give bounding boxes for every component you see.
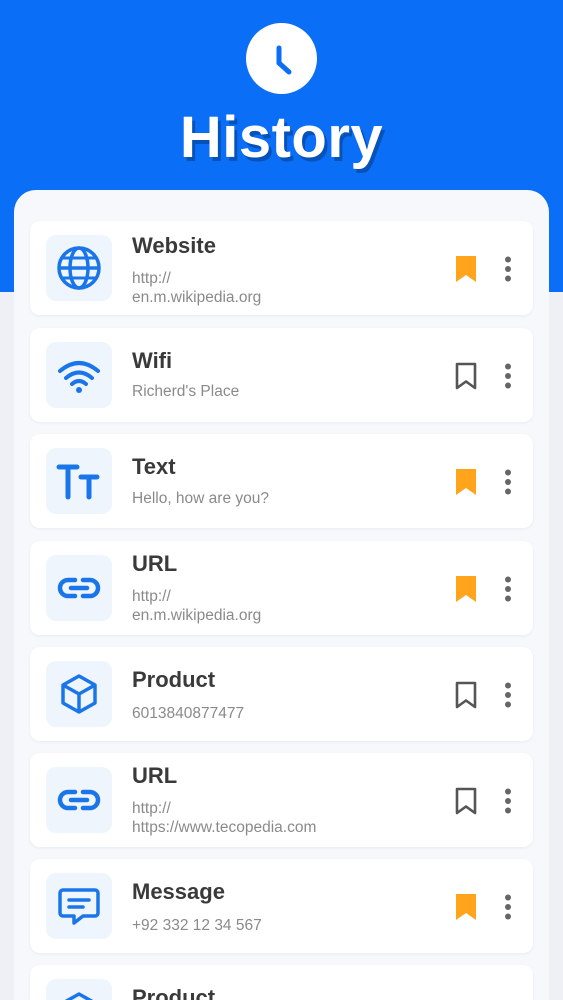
item-title: Text xyxy=(132,454,176,479)
item-icon-box xyxy=(46,873,112,939)
item-title: URL xyxy=(132,763,178,788)
globe-icon xyxy=(57,246,101,290)
history-item-product[interactable]: Product 6013840877477 xyxy=(30,647,533,741)
item-subtitle: http:// en.m.wikipedia.org xyxy=(132,269,432,307)
item-subtitle: 6013840877477 xyxy=(132,704,432,723)
history-item-product[interactable]: Product xyxy=(30,965,533,1000)
cube-icon xyxy=(61,674,97,714)
item-icon-box xyxy=(46,342,112,408)
bookmark-button[interactable] xyxy=(453,361,479,391)
more-vertical-icon xyxy=(505,682,511,708)
item-title: Product xyxy=(132,667,216,692)
item-subtitle-line1: http:// xyxy=(132,270,171,287)
history-item-website[interactable]: Website http:// en.m.wikipedia.org xyxy=(30,221,533,315)
item-icon-box xyxy=(46,661,112,727)
item-icon-box xyxy=(46,555,112,621)
clock-badge xyxy=(246,23,317,94)
more-vertical-icon xyxy=(505,894,511,920)
item-subtitle: Hello, how are you? xyxy=(132,489,432,508)
item-subtitle-line2: https://www.tecopedia.com xyxy=(132,819,317,836)
text-size-icon xyxy=(56,464,100,500)
item-title: Website xyxy=(132,233,216,258)
bookmark-outline-icon xyxy=(455,787,477,815)
more-vertical-icon xyxy=(505,788,511,814)
bookmark-filled-icon xyxy=(456,894,476,920)
item-subtitle-line1: Hello, how are you? xyxy=(132,490,269,507)
item-title: Wifi xyxy=(132,348,173,373)
history-item-url[interactable]: URL http:// https://www.tecopedia.com xyxy=(30,753,533,847)
history-item-url[interactable]: URL http:// en.m.wikipedia.org xyxy=(30,541,533,635)
bookmark-outline-icon xyxy=(455,362,477,390)
item-icon-box xyxy=(46,235,112,301)
item-icon-box xyxy=(46,767,112,833)
item-subtitle-line2: en.m.wikipedia.org xyxy=(132,607,262,624)
item-icon-box xyxy=(46,448,112,514)
history-item-message[interactable]: Message +92 332 12 34 567 xyxy=(30,859,533,953)
item-subtitle: http:// https://www.tecopedia.com xyxy=(132,799,432,837)
bookmark-button[interactable] xyxy=(453,680,479,710)
item-subtitle-line1: http:// xyxy=(132,588,171,605)
item-subtitle-line1: Richerd's Place xyxy=(132,383,240,400)
item-icon-box xyxy=(46,979,112,1000)
item-subtitle-line1: http:// xyxy=(132,800,171,817)
link-icon xyxy=(57,577,101,599)
more-vertical-icon xyxy=(505,256,511,282)
cube-icon xyxy=(64,992,94,1000)
bookmark-filled-icon xyxy=(456,576,476,602)
item-title: URL xyxy=(132,551,178,576)
clock-icon xyxy=(276,45,291,74)
link-icon xyxy=(57,789,101,811)
item-title: Product xyxy=(132,985,216,1000)
page-title: History xyxy=(179,105,384,170)
bookmark-filled-icon xyxy=(456,256,476,282)
item-subtitle-line1: 6013840877477 xyxy=(132,705,245,722)
more-options-button[interactable] xyxy=(500,574,516,604)
bookmark-button[interactable] xyxy=(453,892,479,922)
bookmark-button[interactable] xyxy=(453,467,479,497)
more-vertical-icon xyxy=(505,363,511,389)
bookmark-button[interactable] xyxy=(453,254,479,284)
more-vertical-icon xyxy=(505,469,511,495)
item-subtitle: Richerd's Place xyxy=(132,382,432,401)
bookmark-outline-icon xyxy=(455,681,477,709)
bookmark-filled-icon xyxy=(456,469,476,495)
item-subtitle-line1: +92 332 12 34 567 xyxy=(132,917,262,934)
item-subtitle: http:// en.m.wikipedia.org xyxy=(132,587,432,625)
more-options-button[interactable] xyxy=(500,786,516,816)
item-subtitle-line2: en.m.wikipedia.org xyxy=(132,289,262,306)
bookmark-button[interactable] xyxy=(453,574,479,604)
more-options-button[interactable] xyxy=(500,254,516,284)
more-options-button[interactable] xyxy=(500,892,516,922)
wifi-icon xyxy=(58,361,100,393)
history-item-wifi[interactable]: Wifi Richerd's Place xyxy=(30,328,533,422)
more-options-button[interactable] xyxy=(500,680,516,710)
message-icon xyxy=(58,888,100,925)
bookmark-button[interactable] xyxy=(453,786,479,816)
history-item-text[interactable]: Text Hello, how are you? xyxy=(30,434,533,528)
item-title: Message xyxy=(132,879,225,904)
more-options-button[interactable] xyxy=(500,467,516,497)
item-subtitle: +92 332 12 34 567 xyxy=(132,916,432,935)
more-options-button[interactable] xyxy=(500,361,516,391)
more-vertical-icon xyxy=(505,576,511,602)
